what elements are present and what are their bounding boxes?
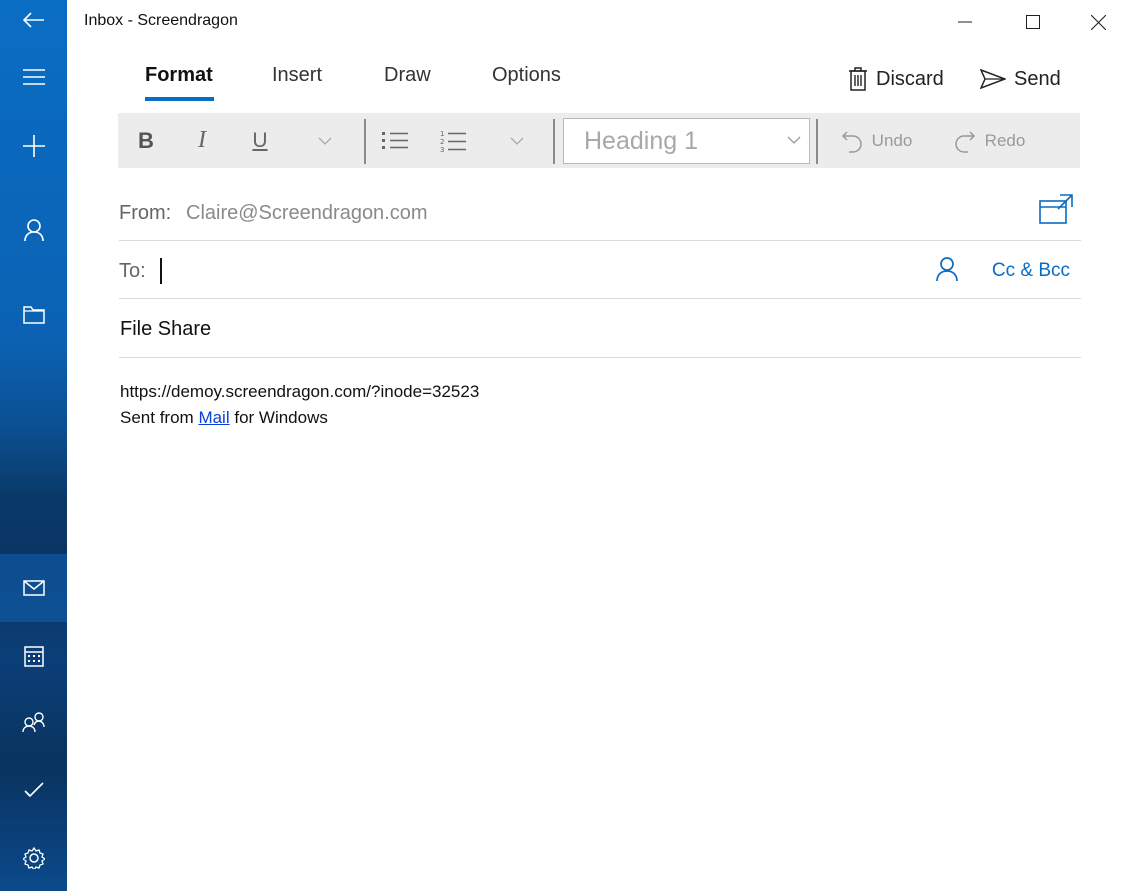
to-row: To: Cc & Bcc xyxy=(119,241,1081,299)
close-button[interactable] xyxy=(1075,0,1121,44)
discard-button[interactable]: Discard xyxy=(848,64,944,94)
signature-line: Sent from Mail for Windows xyxy=(120,405,479,431)
redo-button[interactable]: Redo xyxy=(944,113,1034,168)
toolbar-separator xyxy=(816,119,818,164)
send-icon xyxy=(980,69,1006,89)
tab-options[interactable]: Options xyxy=(492,64,561,87)
mail-app-button[interactable] xyxy=(0,556,67,620)
bold-button[interactable]: B xyxy=(130,113,162,168)
folders-button[interactable] xyxy=(0,283,67,347)
toolbar-separator xyxy=(364,119,366,164)
bullet-list-icon xyxy=(382,131,408,149)
close-icon xyxy=(1090,14,1106,30)
active-tab-indicator xyxy=(145,97,214,101)
maximize-icon xyxy=(1026,15,1040,29)
from-row: From: Claire@Screendragon.com xyxy=(119,186,1081,241)
redo-icon xyxy=(955,130,975,153)
from-label: From: xyxy=(119,202,172,224)
person-icon xyxy=(936,257,958,282)
redo-label: Redo xyxy=(984,130,1026,150)
cc-bcc-button[interactable]: Cc & Bcc xyxy=(992,260,1070,282)
toolbar-separator xyxy=(553,119,555,164)
minimize-button[interactable] xyxy=(942,0,988,44)
send-button[interactable]: Send xyxy=(980,64,1061,94)
pop-out-button[interactable] xyxy=(1039,194,1073,229)
paragraph-style-value: Heading 1 xyxy=(584,126,698,155)
navigation-rail xyxy=(0,0,67,891)
calendar-app-button[interactable] xyxy=(0,624,67,688)
from-address[interactable]: Claire@Screendragon.com xyxy=(186,202,428,225)
chevron-down-icon xyxy=(510,137,524,145)
to-label: To: xyxy=(119,260,146,282)
numbered-list-button[interactable]: 123 xyxy=(436,113,470,168)
settings-button[interactable] xyxy=(0,826,67,890)
undo-button[interactable]: Undo xyxy=(831,113,921,168)
hamburger-menu-button[interactable] xyxy=(0,45,67,109)
chevron-down-icon xyxy=(318,137,332,145)
svg-text:1: 1 xyxy=(440,130,444,138)
undo-label: Undo xyxy=(871,130,913,150)
tab-insert[interactable]: Insert xyxy=(272,64,322,87)
new-mail-button[interactable] xyxy=(0,114,67,178)
paragraph-style-select[interactable]: Heading 1 xyxy=(563,118,810,164)
body-link-line: https://demoy.screendragon.com/?inode=32… xyxy=(120,382,480,401)
folder-icon xyxy=(22,306,45,324)
settings-icon xyxy=(22,847,45,869)
message-body[interactable]: https://demoy.screendragon.com/?inode=32… xyxy=(120,379,479,431)
pop-out-icon xyxy=(1039,194,1073,224)
trash-icon xyxy=(849,67,867,91)
menu-icon xyxy=(22,69,45,85)
numbered-list-icon: 123 xyxy=(440,130,466,153)
todo-icon xyxy=(23,782,44,798)
tab-draw[interactable]: Draw xyxy=(384,64,431,87)
accounts-button[interactable] xyxy=(0,198,67,262)
maximize-button[interactable] xyxy=(1010,0,1056,44)
svg-text:3: 3 xyxy=(440,146,444,153)
chevron-down-icon xyxy=(787,136,801,144)
underline-button[interactable]: U xyxy=(244,113,276,168)
people-icon xyxy=(21,712,45,733)
subject-input[interactable]: File Share xyxy=(120,318,211,341)
calendar-icon xyxy=(23,646,44,667)
subject-row: File Share xyxy=(119,299,1081,358)
format-toolbar: B I U 123 Heading 1 Undo Redo xyxy=(118,113,1080,168)
list-options-dropdown[interactable] xyxy=(505,113,529,168)
minimize-icon xyxy=(958,21,972,23)
window-title: Inbox - Screendragon xyxy=(84,12,238,29)
to-input-caret[interactable] xyxy=(160,258,162,284)
mail-link[interactable]: Mail xyxy=(198,408,229,427)
title-bar: Inbox - Screendragon xyxy=(67,0,1130,44)
signature-prefix: Sent from xyxy=(120,408,194,427)
discard-label: Discard xyxy=(876,67,944,90)
tab-format[interactable]: Format xyxy=(145,64,213,87)
send-label: Send xyxy=(1014,67,1061,90)
signature-suffix: for Windows xyxy=(234,408,328,427)
italic-button[interactable]: I xyxy=(186,113,218,168)
font-options-dropdown[interactable] xyxy=(313,113,337,168)
undo-icon xyxy=(841,130,862,153)
add-contact-button[interactable] xyxy=(936,257,958,286)
people-app-button[interactable] xyxy=(0,690,67,754)
svg-text:2: 2 xyxy=(440,138,444,146)
account-icon xyxy=(23,219,44,241)
mail-icon xyxy=(22,580,45,596)
compose-icon xyxy=(22,135,45,157)
todo-app-button[interactable] xyxy=(0,758,67,822)
back-icon xyxy=(22,12,44,28)
bullet-list-button[interactable] xyxy=(378,113,412,168)
